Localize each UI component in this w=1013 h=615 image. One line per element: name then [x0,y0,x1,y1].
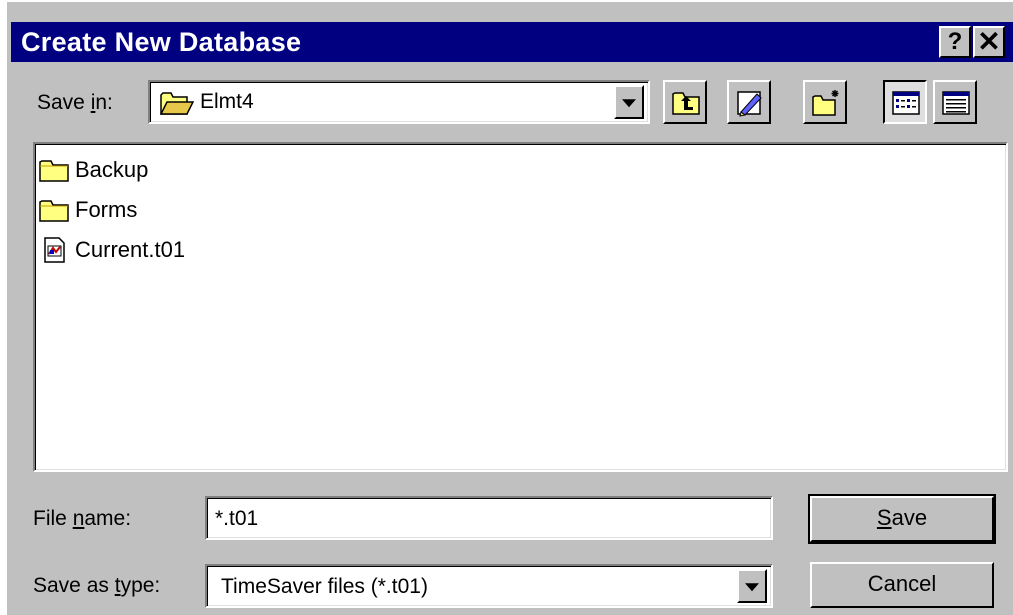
folder-icon [39,200,69,222]
save-as-type-label: Save as type: [33,574,161,597]
up-one-level-icon [672,92,700,115]
new-folder-button[interactable] [803,80,847,124]
save-in-value: Elmt4 [200,90,254,113]
open-folder-icon [160,92,194,115]
list-item-current-t01[interactable]: Current.t01 [39,232,185,268]
file-name: Backup [75,157,149,182]
save-in-dropdown-button[interactable] [614,85,644,119]
list-view-button[interactable] [883,80,927,124]
new-folder-icon [812,90,839,116]
close-icon: ✕ [977,26,1001,57]
window-title: Create New Database [21,27,302,57]
save-as-type-dropdown-button[interactable] [737,569,767,603]
file-list[interactable]: Backup Forms Current.t01 [33,142,1008,472]
file-name: Forms [75,197,138,222]
save-button[interactable]: Save [808,494,996,544]
create-database-dialog: Create New Database ? ✕ Save in: Elmt4 B… [5,0,1013,615]
save-as-type-dropdown[interactable]: TimeSaver files (*.t01) [205,564,773,608]
cancel-button[interactable]: Cancel [810,562,994,608]
help-icon: ? [947,28,963,55]
favorites-icon [737,91,762,117]
up-one-level-button[interactable] [663,80,707,124]
chevron-down-icon [622,99,636,108]
details-view-icon [942,91,970,115]
favorites-button[interactable] [727,80,771,124]
list-item-forms[interactable]: Forms [39,192,137,228]
save-as-type-value: TimeSaver files (*.t01) [221,575,428,598]
file-name-input[interactable]: *.t01 [205,496,773,540]
details-view-button[interactable] [933,80,977,124]
chevron-down-icon [745,583,759,592]
save-in-label: Save in: [37,91,113,114]
list-view-icon [892,91,920,115]
file-name-label: File name: [33,507,132,530]
title-bar[interactable]: Create New Database ? ✕ [11,22,1013,62]
list-item-backup[interactable]: Backup [39,152,148,188]
help-button[interactable]: ? [939,26,971,58]
close-button[interactable]: ✕ [973,26,1005,58]
file-name-value: *.t01 [215,507,259,530]
save-in-dropdown[interactable]: Elmt4 [148,80,650,124]
file-name: Current.t01 [75,237,186,262]
folder-icon [39,160,69,182]
timesaver-file-icon [44,237,65,263]
